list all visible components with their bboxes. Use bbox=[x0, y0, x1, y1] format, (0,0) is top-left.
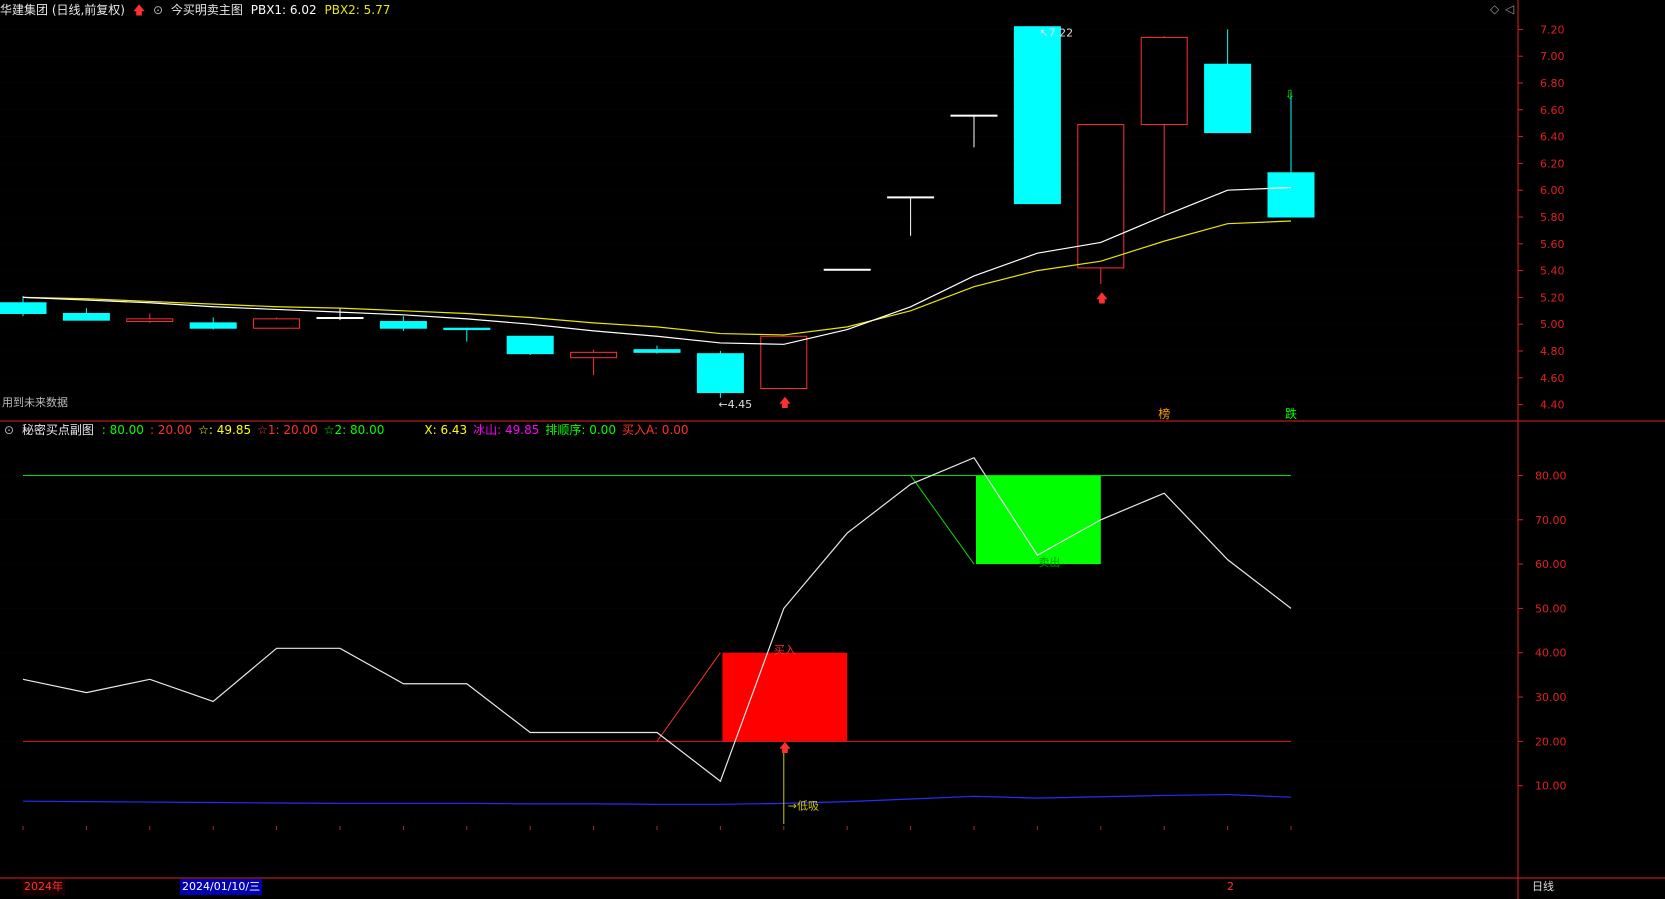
candle-body bbox=[950, 114, 998, 117]
year-label: 2024年 bbox=[22, 879, 65, 895]
buy-signal-box bbox=[722, 652, 848, 742]
y-tick-label: 6.80 bbox=[1540, 77, 1565, 90]
signal-mark-1: 榜 bbox=[1158, 406, 1170, 421]
y-tick-label: 4.60 bbox=[1540, 372, 1565, 385]
candle-body bbox=[316, 317, 364, 319]
candle-body bbox=[443, 327, 491, 331]
y-tick-label: 5.00 bbox=[1540, 318, 1565, 331]
candle-body bbox=[0, 302, 47, 314]
signal-mark-2: 跌 bbox=[1285, 406, 1297, 421]
candle-body bbox=[633, 349, 681, 353]
candle-body bbox=[570, 351, 618, 359]
buy-arrow-icon: 🡅 bbox=[1096, 291, 1108, 305]
candle-body bbox=[253, 318, 301, 329]
y-tick-label: 7.20 bbox=[1540, 23, 1565, 36]
candle-body bbox=[62, 312, 110, 321]
high-price-label: ↖7.22 bbox=[1039, 27, 1073, 40]
oscillator-chart: 买入 卖出 🡅 →低吸 bbox=[22, 456, 1292, 824]
y-tick-label: 7.00 bbox=[1540, 50, 1565, 63]
candle-body bbox=[887, 196, 935, 199]
y-tick-label: 20.00 bbox=[1535, 735, 1567, 748]
y-tick-label: 6.00 bbox=[1540, 184, 1565, 197]
date-cursor-label[interactable]: 2024/01/10/三 bbox=[180, 879, 263, 895]
y-tick-label: 70.00 bbox=[1535, 514, 1567, 527]
candle-body bbox=[1013, 26, 1061, 205]
low-price-label: ←4.45 bbox=[718, 398, 752, 411]
candle-body bbox=[506, 335, 554, 355]
y-tick-label: 60.00 bbox=[1535, 558, 1567, 571]
signal-label: →低吸 bbox=[788, 800, 819, 813]
y-tick-label: 5.20 bbox=[1540, 291, 1565, 304]
y-tick-label: 6.20 bbox=[1540, 157, 1565, 170]
y-tick-label: 80.00 bbox=[1535, 469, 1567, 482]
month-label: 2 bbox=[1227, 880, 1234, 893]
collapse-icon[interactable]: ◁ bbox=[1505, 2, 1514, 16]
buy-arrow-icon: 🡅 bbox=[779, 396, 791, 410]
y-tick-label: 4.80 bbox=[1540, 345, 1565, 358]
candlestick-chart: ↖7.22 ←4.45 榜 跌 🡅 🡅 ⇩ bbox=[0, 26, 1315, 421]
y-tick-label: 4.40 bbox=[1540, 399, 1565, 412]
sell-box-label: 卖出 bbox=[1038, 555, 1060, 569]
y-tick-label: 5.40 bbox=[1540, 265, 1565, 278]
price-axis: 4.40 4.60 4.80 5.00 5.20 5.40 5.60 5.80 6.00 6.20… bbox=[0, 0, 1665, 899]
period-label[interactable]: 日线 bbox=[1530, 879, 1556, 895]
candle-body bbox=[189, 322, 237, 329]
candle-body bbox=[1267, 172, 1315, 218]
chart-canvas[interactable]: ↖7.22 ←4.45 榜 跌 🡅 🡅 ⇩ 买入 卖出 🡅 →低吸 4.40 4.60 4.80 5.0… bbox=[0, 0, 1665, 899]
candle-body bbox=[823, 268, 871, 271]
candle-body bbox=[126, 318, 174, 323]
blue-line bbox=[22, 793, 1292, 805]
buy-signal-arrow-icon: 🡅 bbox=[779, 740, 791, 754]
diamond-icon[interactable]: ◇ bbox=[1490, 2, 1499, 16]
y-tick-label: 6.40 bbox=[1540, 131, 1565, 144]
sell-arrow-icon: ⇩ bbox=[1285, 87, 1295, 101]
buy-connector bbox=[656, 652, 721, 742]
y-tick-label: 30.00 bbox=[1535, 691, 1567, 704]
y-tick-label: 6.60 bbox=[1540, 104, 1565, 117]
candle-body bbox=[696, 353, 744, 394]
candle-body bbox=[1140, 36, 1188, 126]
y-tick-label: 10.00 bbox=[1535, 780, 1567, 793]
y-tick-label: 5.60 bbox=[1540, 238, 1565, 251]
buy-box-label: 买入 bbox=[774, 644, 796, 657]
y-tick-label: 40.00 bbox=[1535, 647, 1567, 660]
candle-body bbox=[379, 321, 427, 329]
candle-body bbox=[1204, 63, 1252, 134]
candle-body bbox=[1077, 124, 1125, 269]
y-tick-label: 50.00 bbox=[1535, 602, 1567, 615]
y-tick-label: 5.80 bbox=[1540, 211, 1565, 224]
